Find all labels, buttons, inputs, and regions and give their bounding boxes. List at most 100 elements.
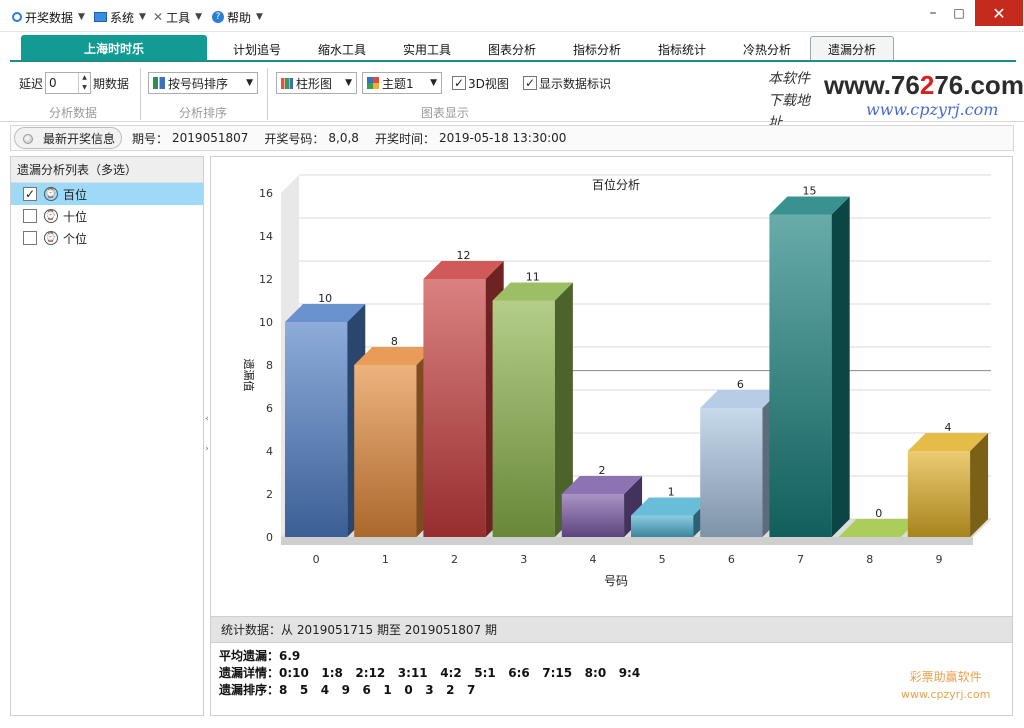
list-item-label: 十位 [63, 209, 88, 224]
tab-indicator-analysis[interactable]: 指标分析 [562, 41, 632, 61]
separator [267, 68, 268, 120]
show-labels-label: 显示数据标识 [539, 76, 612, 91]
menu-system[interactable]: 系统 ▼ [94, 8, 146, 26]
y-tick-label: 0 [266, 531, 273, 544]
logo-url-secondary: www.cpzyrj.com [866, 100, 999, 119]
x-tick-label: 3 [520, 553, 527, 566]
x-tick-label: 5 [659, 553, 666, 566]
data-label: 8 [391, 335, 398, 348]
chart-type-group: 柱形图 ▼ [276, 72, 357, 94]
menu-tools[interactable]: ✕ 工具 ▼ [153, 8, 202, 26]
delay-spinner[interactable]: 0 ▲ ▼ [45, 72, 92, 94]
data-label: 12 [457, 249, 471, 262]
latest-draw-title: 最新开奖信息 [43, 131, 116, 146]
tab-chart-analysis[interactable]: 图表分析 [477, 41, 547, 61]
bar-front [769, 214, 832, 537]
bar-front [631, 515, 694, 537]
data-label: 11 [526, 271, 540, 284]
tab-omission-analysis[interactable]: 遗漏分析 [810, 36, 894, 62]
separator [140, 68, 141, 120]
y-tick-label: 12 [259, 273, 273, 286]
y-tick-label: 10 [259, 316, 273, 329]
clock-icon: ⌚ [44, 231, 58, 245]
checkbox-icon[interactable] [23, 209, 37, 223]
caret-down-icon: ▼ [256, 12, 263, 22]
data-label: 0 [875, 507, 882, 520]
chart-panel: 0 2 4 6 8 10 12 14 16 10 0 8 1 12 2 11 3 2 4 1 5 6 6 15 7 0 8 4 9 百位分… [210, 156, 1013, 616]
tab-utility-tool[interactable]: 实用工具 [392, 41, 462, 61]
tab-reduce-tool[interactable]: 缩水工具 [307, 41, 377, 61]
x-tick-label: 7 [797, 553, 804, 566]
issue-value: 2019051807 [172, 131, 249, 145]
sort-dropdown[interactable]: 按号码排序 ▼ [148, 72, 258, 94]
menu-lottery-data[interactable]: 开奖数据 ▼ [12, 8, 85, 26]
bar-front [907, 451, 971, 537]
y-tick-label: 6 [266, 402, 273, 415]
avg-omission-row: 平均遗漏：6.9 [219, 649, 301, 663]
bar-chart: 0246810121416100811221132415661570849百位分… [242, 174, 991, 588]
spin-arrows-icon[interactable]: ▲ ▼ [78, 73, 90, 93]
data-label: 6 [737, 378, 744, 391]
logo-url-main: www.76276.com [824, 70, 1024, 100]
view3d-label: 3D视图 [468, 76, 509, 91]
checkbox-checked-icon[interactable]: ✓ [523, 76, 537, 90]
x-tick-label: 2 [451, 553, 458, 566]
list-item-tens[interactable]: ⌚ 十位 [11, 205, 203, 227]
theme-dropdown[interactable]: 主题1 ▼ [362, 72, 442, 94]
list-item-hundreds[interactable]: ✓ ⌚ 百位 [11, 183, 203, 205]
bar-front [492, 300, 555, 537]
bar-front [561, 494, 625, 537]
chart-type-value: 柱形图 [296, 76, 333, 91]
bar-side [831, 196, 850, 537]
circle-icon [12, 12, 22, 22]
data-label: 15 [803, 185, 817, 198]
time-value: 2019-05-18 13:30:00 [438, 131, 567, 145]
y-tick-label: 2 [266, 488, 273, 501]
watermark: 彩票助赢软件 www.cpzyrj.com [901, 669, 990, 703]
time-label: 开奖时间： [374, 131, 435, 146]
y-tick-label: 16 [259, 187, 273, 200]
y-tick-label: 8 [266, 359, 273, 372]
view3d-checkbox[interactable]: ✓ 3D视图 [452, 72, 509, 94]
stats-header: 统计数据：从 2019051715 期至 2019051807 期 [211, 617, 1012, 643]
chart-floor-edge [281, 537, 973, 545]
x-tick-label: 9 [935, 553, 942, 566]
bar-front [423, 279, 486, 537]
menu-label: 系统 [110, 10, 135, 25]
checkbox-checked-icon[interactable]: ✓ [452, 76, 466, 90]
caret-down-icon: ▼ [78, 12, 85, 22]
menu-help[interactable]: ? 帮助 ▼ [212, 8, 263, 26]
delay-value: 0 [49, 76, 57, 90]
periods-label: 期数据 [93, 76, 130, 91]
tab-hot-cold[interactable]: 冷热分析 [732, 41, 802, 61]
chart-type-dropdown[interactable]: 柱形图 ▼ [276, 72, 357, 94]
tab-plan-chase[interactable]: 计划追号 [222, 41, 292, 61]
list-item-label: 个位 [63, 231, 88, 246]
maximize-button[interactable]: □ [946, 0, 972, 26]
x-tick-label: 8 [866, 553, 873, 566]
menu-bar: 开奖数据 ▼ 系统 ▼ ✕ 工具 ▼ ? 帮助 ▼ – □ ✕ [0, 0, 1024, 32]
latest-draw-info-bar: 最新开奖信息 期号： 2019051807 开奖号码： 8,0,8 开奖时间： … [10, 125, 1014, 151]
radio-dot-icon [23, 134, 33, 144]
tab-indicator-stats[interactable]: 指标统计 [647, 41, 717, 61]
latest-draw-button[interactable]: 最新开奖信息 [14, 127, 123, 149]
x-tick-label: 1 [382, 553, 389, 566]
close-button[interactable]: ✕ [975, 0, 1023, 26]
minimize-button[interactable]: – [920, 0, 946, 26]
tab-lottery[interactable]: 上海时时乐 [21, 35, 207, 62]
show-labels-checkbox[interactable]: ✓ 显示数据标识 [523, 72, 611, 94]
chevron-down-icon: ▼ [345, 78, 352, 88]
omission-list-panel: 遗漏分析列表（多选） ✓ ⌚ 百位 ⌚ 十位 ⌚ 个位 [10, 156, 204, 716]
numbers-label: 开奖号码： [264, 131, 325, 146]
theme-icon [367, 77, 379, 89]
watermark-url: www.cpzyrj.com [901, 688, 991, 701]
issue-label: 期号： [132, 131, 169, 146]
checkbox-icon[interactable] [23, 231, 37, 245]
caret-down-icon: ▼ [139, 12, 146, 22]
sort-group: 按号码排序 ▼ [148, 72, 258, 94]
x-tick-label: 6 [728, 553, 735, 566]
checkbox-checked-icon[interactable]: ✓ [23, 187, 37, 201]
menu-label: 开奖数据 [25, 10, 74, 25]
list-item-units[interactable]: ⌚ 个位 [11, 227, 203, 249]
help-icon: ? [212, 11, 224, 23]
